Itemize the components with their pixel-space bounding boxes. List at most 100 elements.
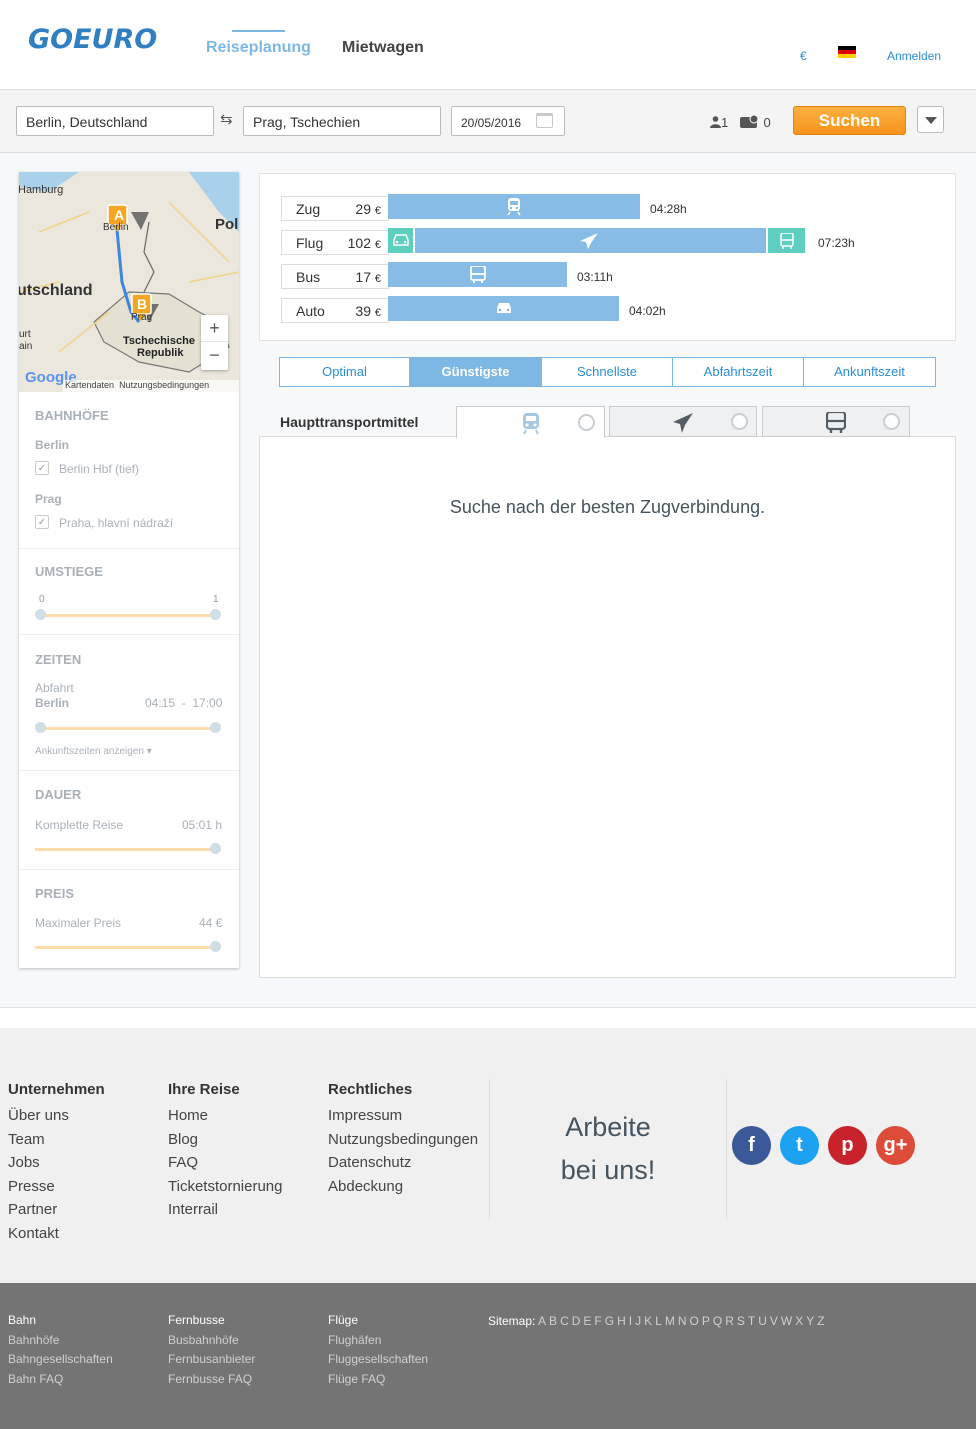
train-radio[interactable] — [578, 414, 595, 431]
station-checkbox-prague[interactable]: ✓ — [35, 515, 49, 529]
footer2-title[interactable]: Bahn — [8, 1311, 113, 1331]
footer2-link[interactable]: Bahnhöfe — [8, 1331, 113, 1351]
price-slider-handle[interactable] — [210, 941, 221, 952]
passenger-selector[interactable]: 1 0 — [710, 114, 771, 130]
footer-link[interactable]: Nutzungsbedingungen — [328, 1128, 478, 1152]
sitemap-letter-link[interactable]: T — [748, 1314, 755, 1328]
origin-input[interactable]: Berlin, Deutschland — [16, 106, 214, 136]
sitemap-letter-link[interactable]: V — [770, 1314, 778, 1328]
sort-tab-departure[interactable]: Abfahrtszeit — [672, 357, 804, 387]
footer-link[interactable]: Impressum — [328, 1104, 478, 1128]
sort-tab-arrival[interactable]: Ankunftszeit — [803, 357, 936, 387]
main-transport-tab-bus[interactable] — [762, 406, 910, 437]
footer-link[interactable]: Partner — [8, 1198, 105, 1222]
footer2-link[interactable]: Fluggesellschaften — [328, 1350, 428, 1370]
search-button[interactable]: Suchen — [793, 106, 906, 135]
sitemap-letter-link[interactable]: B — [549, 1314, 557, 1328]
footer-link[interactable]: Interrail — [168, 1198, 283, 1222]
zoom-in-button[interactable]: + — [201, 315, 228, 342]
sitemap-letter-link[interactable]: Q — [713, 1314, 722, 1328]
sort-tab-fastest[interactable]: Schnellste — [541, 357, 673, 387]
times-slider-max-handle[interactable] — [210, 722, 221, 733]
footer2-link[interactable]: Fernbusse FAQ — [168, 1370, 255, 1390]
more-options-button[interactable] — [917, 106, 944, 133]
footer-link[interactable]: Home — [168, 1104, 283, 1128]
footer-link[interactable]: Jobs — [8, 1151, 105, 1175]
google-plus-icon[interactable]: g+ — [876, 1126, 915, 1165]
sitemap-letter-link[interactable]: Y — [806, 1314, 814, 1328]
footer-link[interactable]: Über uns — [8, 1104, 105, 1128]
transfers-slider-min-handle[interactable] — [35, 609, 46, 620]
sitemap-letter-link[interactable]: J — [635, 1314, 641, 1328]
german-flag-icon[interactable] — [838, 46, 856, 58]
goeuro-logo[interactable]: GOEURO — [28, 24, 157, 55]
facebook-icon[interactable]: f — [732, 1126, 771, 1165]
swap-icon[interactable]: ⇆ — [220, 110, 233, 128]
pinterest-icon[interactable]: p — [828, 1126, 867, 1165]
nav-reiseplanung[interactable]: Reiseplanung — [206, 39, 311, 57]
flight-duration-bar[interactable] — [415, 228, 766, 253]
footer2-link[interactable]: Busbahnhöfe — [168, 1331, 255, 1351]
sitemap-letter-link[interactable]: C — [560, 1314, 569, 1328]
sitemap-letter-link[interactable]: S — [737, 1314, 745, 1328]
footer2-link[interactable]: Flughäfen — [328, 1331, 428, 1351]
sort-tab-cheapest[interactable]: Günstigste — [409, 357, 542, 387]
footer-link[interactable]: Blog — [168, 1128, 283, 1152]
bus-radio[interactable] — [883, 413, 900, 430]
sitemap-letter-link[interactable]: F — [594, 1314, 601, 1328]
transfers-slider-max-handle[interactable] — [210, 609, 221, 620]
sitemap-letter-link[interactable]: M — [665, 1314, 675, 1328]
footer2-title[interactable]: Flüge — [328, 1311, 428, 1331]
sitemap-letter-link[interactable]: L — [655, 1314, 662, 1328]
show-arrival-times-toggle[interactable]: Ankunftszeiten anzeigen ▾ — [35, 746, 152, 757]
map-data-link[interactable]: Kartendaten — [65, 380, 114, 390]
sitemap-letter-link[interactable]: Z — [817, 1314, 824, 1328]
duration-slider-handle[interactable] — [210, 843, 221, 854]
footer-link[interactable]: Team — [8, 1128, 105, 1152]
twitter-icon[interactable]: t — [780, 1126, 819, 1165]
sitemap-letter-link[interactable]: R — [725, 1314, 734, 1328]
map-terms-link[interactable]: Nutzungsbedingungen — [119, 380, 209, 390]
sitemap-letter-link[interactable]: X — [795, 1314, 803, 1328]
sitemap-letter-link[interactable]: U — [758, 1314, 767, 1328]
sitemap-letter-link[interactable]: D — [572, 1314, 581, 1328]
footer-link[interactable]: Abdeckung — [328, 1175, 478, 1199]
sitemap-letter-link[interactable]: A — [538, 1314, 546, 1328]
zoom-out-button[interactable]: − — [201, 342, 228, 369]
footer-link[interactable]: Presse — [8, 1175, 105, 1199]
sitemap-letter-link[interactable]: O — [690, 1314, 699, 1328]
footer-link[interactable]: FAQ — [168, 1151, 283, 1175]
car-duration-bar[interactable] — [388, 296, 619, 321]
bus-duration-bar[interactable] — [388, 262, 567, 287]
flight-radio[interactable] — [731, 413, 748, 430]
sitemap-letter-link[interactable]: H — [617, 1314, 626, 1328]
sitemap-letter-link[interactable]: I — [629, 1314, 632, 1328]
currency-selector[interactable]: € — [800, 49, 807, 63]
footer2-link[interactable]: Fernbusanbieter — [168, 1350, 255, 1370]
login-link[interactable]: Anmelden — [887, 49, 941, 63]
footer2-link[interactable]: Bahngesellschaften — [8, 1350, 113, 1370]
nav-mietwagen[interactable]: Mietwagen — [342, 39, 424, 57]
sitemap-letter-link[interactable]: W — [781, 1314, 792, 1328]
footer2-link[interactable]: Flüge FAQ — [328, 1370, 428, 1390]
careers-banner[interactable]: Arbeite bei uns! — [489, 1079, 727, 1219]
sitemap-letter-link[interactable]: P — [702, 1314, 710, 1328]
station-checkbox-berlin[interactable]: ✓ — [35, 461, 49, 475]
sitemap-letter-link[interactable]: E — [583, 1314, 591, 1328]
sitemap-letter-link[interactable]: K — [644, 1314, 652, 1328]
route-map[interactable]: A B Hamburg Pol utschland Berlin Prag Ts… — [19, 172, 239, 392]
sort-tab-optimal[interactable]: Optimal — [279, 357, 410, 387]
main-transport-tab-flight[interactable] — [609, 406, 757, 437]
main-transport-tab-train[interactable] — [456, 406, 605, 438]
sitemap-letter-link[interactable]: N — [678, 1314, 687, 1328]
train-duration-bar[interactable] — [388, 194, 640, 219]
times-slider-min-handle[interactable] — [35, 722, 46, 733]
footer-link[interactable]: Datenschutz — [328, 1151, 478, 1175]
footer-link[interactable]: Kontakt — [8, 1222, 105, 1246]
calendar-icon[interactable] — [536, 113, 553, 128]
destination-input[interactable]: Prag, Tschechien — [243, 106, 441, 136]
footer2-link[interactable]: Bahn FAQ — [8, 1370, 113, 1390]
sitemap-letter-link[interactable]: G — [605, 1314, 614, 1328]
footer2-title[interactable]: Fernbusse — [168, 1311, 255, 1331]
footer-link[interactable]: Ticketstornierung — [168, 1175, 283, 1199]
